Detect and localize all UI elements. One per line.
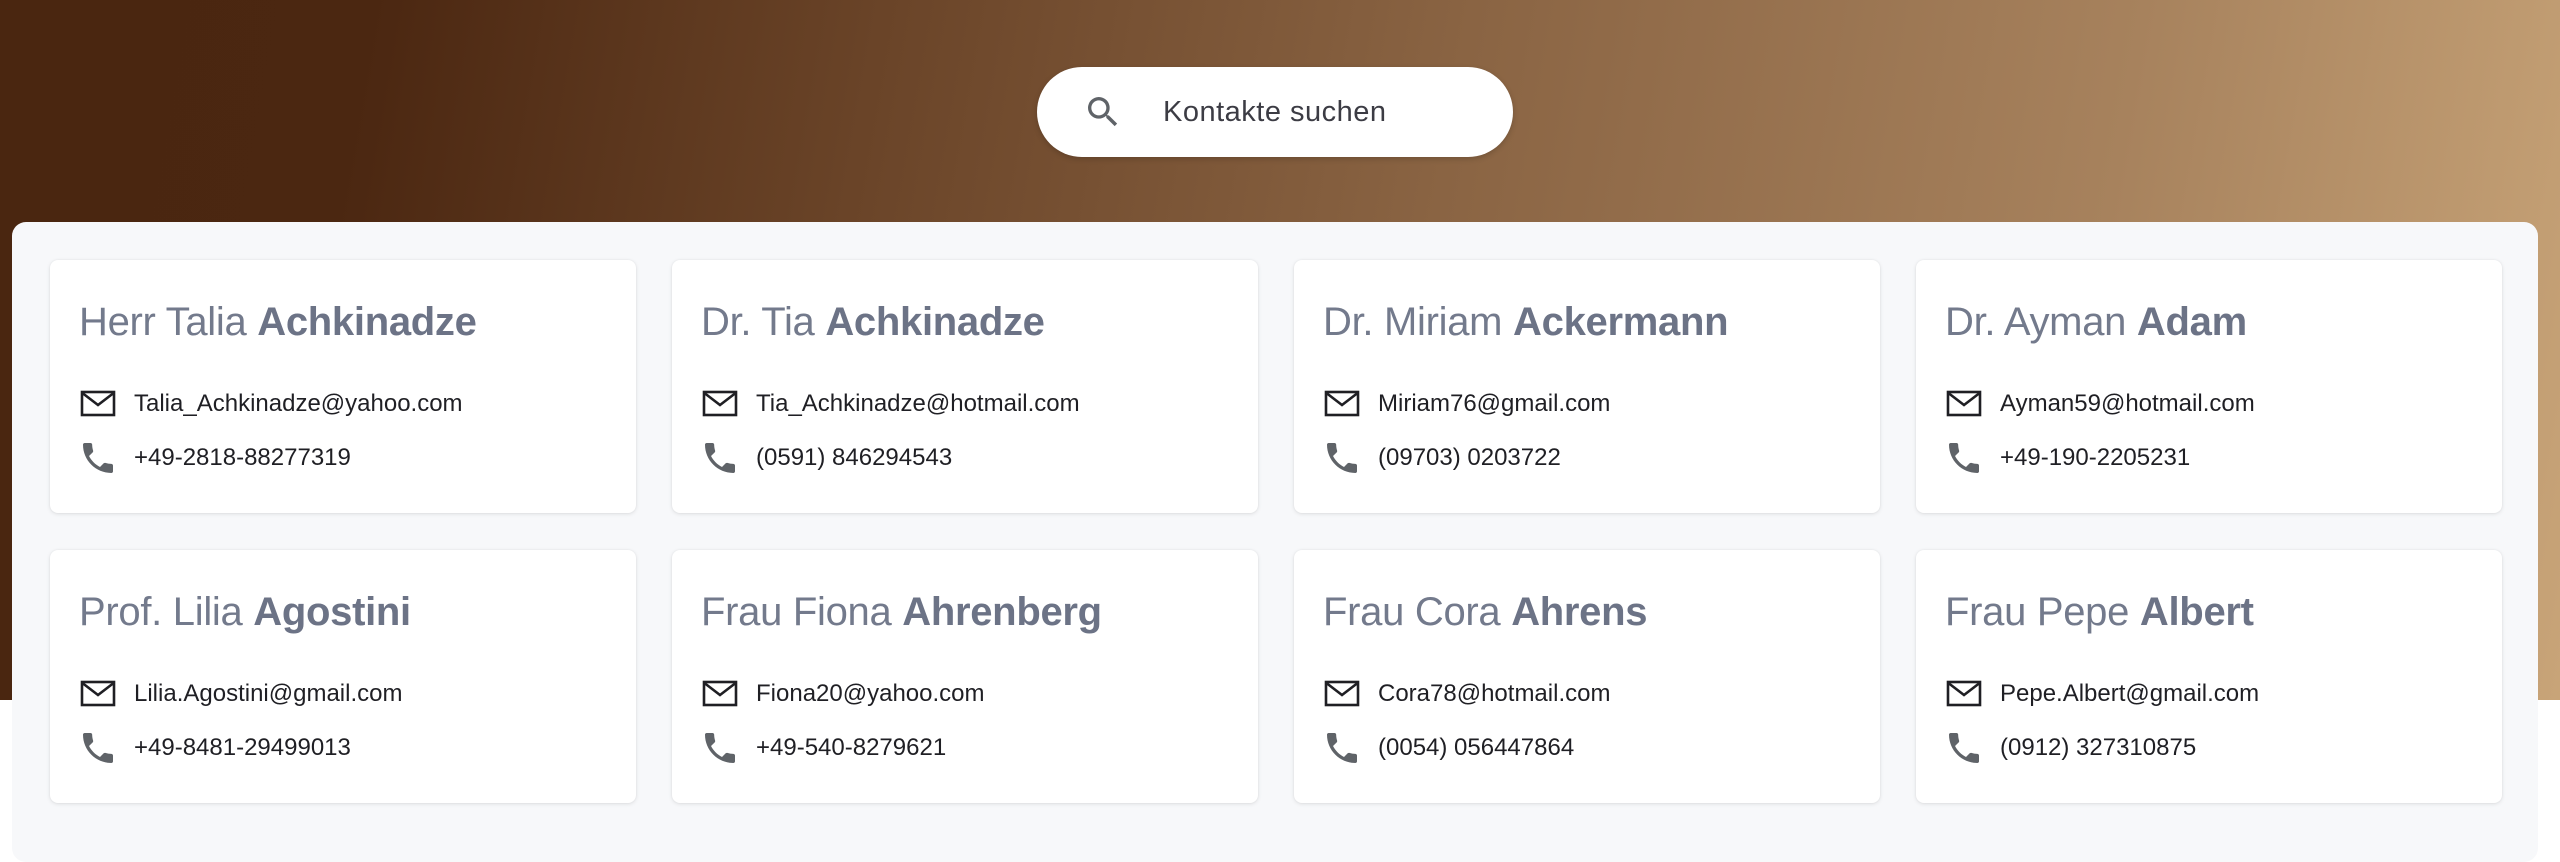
contact-phone-row: +49-8481-29499013 — [78, 728, 351, 768]
contact-phone-row: +49-2818-88277319 — [78, 438, 351, 478]
contact-email-row: Cora78@hotmail.com — [1322, 674, 1610, 714]
contact-name: Frau Pepe Albert — [1945, 590, 2254, 634]
search-input[interactable] — [1163, 67, 1483, 157]
mail-icon — [1946, 680, 1982, 707]
phone-icon — [1949, 443, 1979, 473]
mail-icon — [1324, 680, 1360, 707]
phone-icon — [705, 443, 735, 473]
contact-email[interactable]: Cora78@hotmail.com — [1378, 680, 1610, 708]
contact-name: Frau Cora Ahrens — [1323, 590, 1648, 634]
contact-email-row: Talia_Achkinadze@yahoo.com — [78, 384, 463, 424]
contact-card[interactable]: Frau Cora Ahrens Cora78@hotmail.com (005… — [1294, 550, 1880, 803]
contact-name: Herr Talia Achkinadze — [79, 300, 477, 344]
search-icon — [1088, 97, 1118, 127]
contact-phone[interactable]: (0912) 327310875 — [2000, 734, 2196, 762]
contact-email-row: Miriam76@gmail.com — [1322, 384, 1610, 424]
contact-phone[interactable]: +49-8481-29499013 — [134, 734, 351, 762]
contact-name: Dr. Miriam Ackermann — [1323, 300, 1729, 344]
contact-phone-row: +49-190-2205231 — [1944, 438, 2190, 478]
contact-card[interactable]: Dr. Miriam Ackermann Miriam76@gmail.com … — [1294, 260, 1880, 513]
contact-phone[interactable]: (0591) 846294543 — [756, 444, 952, 472]
contact-email[interactable]: Ayman59@hotmail.com — [2000, 390, 2255, 418]
contact-card[interactable]: Herr Talia Achkinadze Talia_Achkinadze@y… — [50, 260, 636, 513]
contact-email-row: Fiona20@yahoo.com — [700, 674, 985, 714]
contact-email[interactable]: Lilia.Agostini@gmail.com — [134, 680, 402, 708]
phone-icon — [83, 443, 113, 473]
contacts-panel: Herr Talia Achkinadze Talia_Achkinadze@y… — [12, 222, 2538, 862]
contact-card[interactable]: Frau Pepe Albert Pepe.Albert@gmail.com (… — [1916, 550, 2502, 803]
contact-email[interactable]: Tia_Achkinadze@hotmail.com — [756, 390, 1080, 418]
contact-phone[interactable]: +49-190-2205231 — [2000, 444, 2190, 472]
mail-icon — [80, 680, 116, 707]
mail-icon — [80, 390, 116, 417]
contact-card[interactable]: Prof. Lilia Agostini Lilia.Agostini@gmai… — [50, 550, 636, 803]
contact-phone[interactable]: +49-540-8279621 — [756, 734, 946, 762]
contact-card[interactable]: Dr. Ayman Adam Ayman59@hotmail.com +49-1… — [1916, 260, 2502, 513]
contact-name: Dr. Ayman Adam — [1945, 300, 2247, 344]
contact-email-row: Pepe.Albert@gmail.com — [1944, 674, 2259, 714]
contact-phone[interactable]: +49-2818-88277319 — [134, 444, 351, 472]
contact-phone-row: (0054) 056447864 — [1322, 728, 1574, 768]
mail-icon — [702, 390, 738, 417]
contact-card[interactable]: Dr. Tia Achkinadze Tia_Achkinadze@hotmai… — [672, 260, 1258, 513]
contact-phone-row: (0912) 327310875 — [1944, 728, 2196, 768]
contact-email[interactable]: Talia_Achkinadze@yahoo.com — [134, 390, 463, 418]
contact-phone-row: +49-540-8279621 — [700, 728, 946, 768]
contact-phone[interactable]: (09703) 0203722 — [1378, 444, 1561, 472]
contact-email-row: Ayman59@hotmail.com — [1944, 384, 2255, 424]
contact-phone-row: (0591) 846294543 — [700, 438, 952, 478]
contact-email[interactable]: Fiona20@yahoo.com — [756, 680, 985, 708]
contact-name: Dr. Tia Achkinadze — [701, 300, 1045, 344]
contact-phone[interactable]: (0054) 056447864 — [1378, 734, 1574, 762]
contact-email-row: Lilia.Agostini@gmail.com — [78, 674, 402, 714]
mail-icon — [702, 680, 738, 707]
contact-name: Frau Fiona Ahrenberg — [701, 590, 1102, 634]
mail-icon — [1946, 390, 1982, 417]
contact-card[interactable]: Frau Fiona Ahrenberg Fiona20@yahoo.com +… — [672, 550, 1258, 803]
contact-email-row: Tia_Achkinadze@hotmail.com — [700, 384, 1080, 424]
contact-name: Prof. Lilia Agostini — [79, 590, 411, 634]
contact-phone-row: (09703) 0203722 — [1322, 438, 1561, 478]
phone-icon — [83, 733, 113, 763]
phone-icon — [705, 733, 735, 763]
search-bar[interactable] — [1037, 67, 1513, 157]
phone-icon — [1949, 733, 1979, 763]
phone-icon — [1327, 443, 1357, 473]
contact-email[interactable]: Pepe.Albert@gmail.com — [2000, 680, 2259, 708]
mail-icon — [1324, 390, 1360, 417]
contact-email[interactable]: Miriam76@gmail.com — [1378, 390, 1610, 418]
phone-icon — [1327, 733, 1357, 763]
